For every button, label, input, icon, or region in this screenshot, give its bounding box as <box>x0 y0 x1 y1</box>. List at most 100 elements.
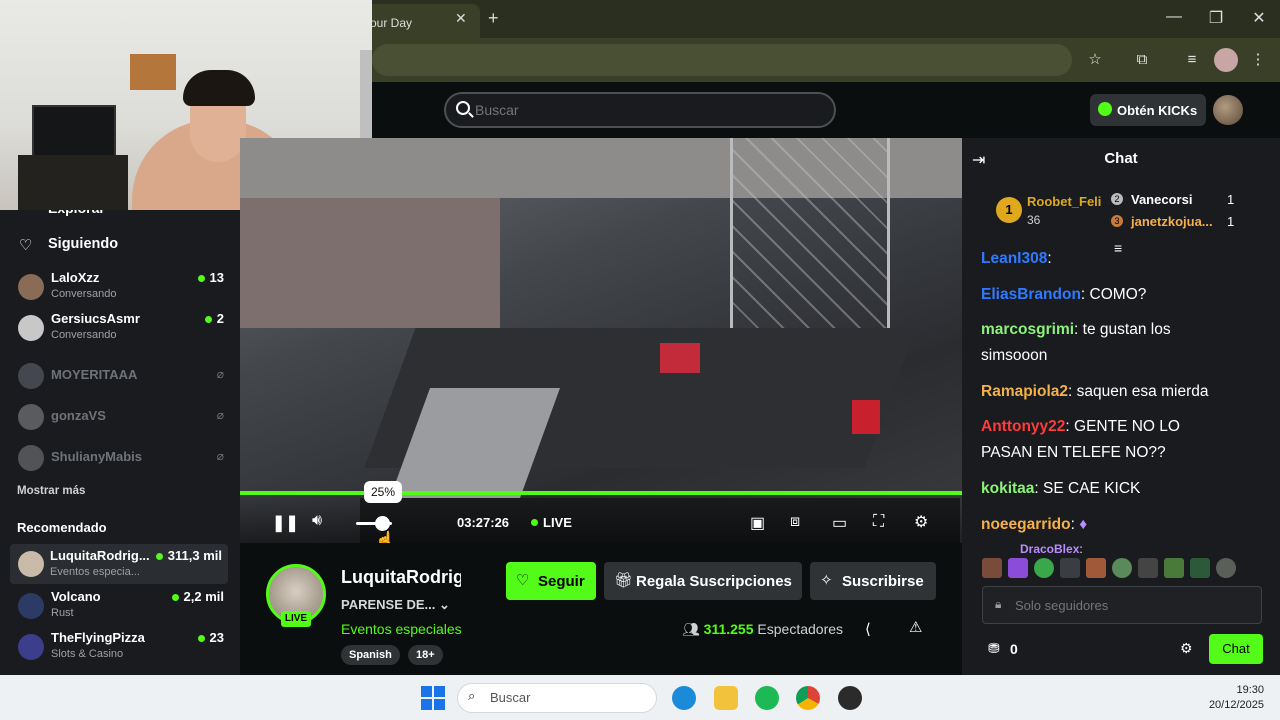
stage-prop <box>660 343 700 373</box>
points-icon[interactable]: ⛃ <box>988 640 1000 657</box>
avatar <box>18 274 44 300</box>
volume-knob[interactable] <box>375 516 390 531</box>
emote-icon[interactable] <box>1086 558 1106 578</box>
share-icon[interactable]: ⟨ <box>865 620 871 638</box>
system-clock[interactable]: 19:30 20/12/2025 <box>1200 683 1264 713</box>
volume-tooltip: 25% <box>364 481 402 503</box>
player-controls <box>240 495 962 543</box>
gifter-name[interactable]: janetzkojua... <box>1131 214 1213 229</box>
emote-icon[interactable] <box>1216 558 1236 578</box>
avatar <box>18 404 44 430</box>
chat-message: noeegarrido: ♦ <box>981 516 1088 533</box>
taskbar-search-label: Buscar <box>490 690 531 705</box>
report-warning-icon[interactable]: ⚠ <box>909 618 922 636</box>
search-input[interactable] <box>475 102 815 118</box>
close-window-icon[interactable]: ✕ <box>1247 8 1271 28</box>
bookmark-star-icon[interactable]: ☆ <box>1083 48 1107 72</box>
sidebar-channel[interactable]: TheFlyingPizza Slots & Casino 23 <box>0 630 240 670</box>
emote-icon[interactable] <box>982 558 1002 578</box>
sidebar: Explorar ♡ Siguiendo LaloXzz Conversando… <box>0 200 240 675</box>
top-gifter-count: 36 <box>1027 213 1041 227</box>
picture-in-picture-icon[interactable]: ▣ <box>750 513 765 533</box>
wall-painting <box>130 54 176 90</box>
live-dot-icon <box>197 635 205 642</box>
rank-1-badge: 1 <box>996 197 1022 223</box>
person-hair <box>183 70 255 106</box>
edge-icon[interactable] <box>672 686 696 710</box>
chevron-down-icon[interactable]: ⌄ <box>439 597 450 612</box>
offline-icon: ⌀ <box>216 449 224 463</box>
minimize-icon[interactable]: — <box>1162 8 1186 26</box>
live-dot-icon <box>531 519 538 526</box>
chat-input[interactable] <box>1015 598 1215 613</box>
emote-icon[interactable] <box>1008 558 1028 578</box>
file-explorer-icon[interactable] <box>714 686 738 710</box>
tag-language[interactable]: Spanish <box>341 645 400 665</box>
desk <box>18 155 128 210</box>
channel-name[interactable]: LuquitaRodrig <box>341 567 461 588</box>
volume-icon[interactable]: 🔊︎ <box>312 512 322 530</box>
chat-send-button[interactable]: Chat <box>1209 634 1263 664</box>
heart-icon: ♡ <box>19 237 33 254</box>
show-more-link[interactable]: Mostrar más <box>17 485 85 497</box>
theater-mode-icon[interactable]: ▭ <box>832 513 847 533</box>
live-badge: LIVE <box>281 611 311 627</box>
chat-message: LeanI308: <box>981 250 1052 267</box>
sidebar-channel[interactable]: MOYERITAAA ⌀ <box>0 359 240 399</box>
stream-category[interactable]: Eventos especiales <box>341 621 462 637</box>
app-icon[interactable] <box>838 686 862 710</box>
windows-start-icon[interactable] <box>421 686 445 710</box>
media-control-icon[interactable]: ≡ <box>1180 48 1204 72</box>
chat-settings-icon[interactable]: ⚙ <box>1180 640 1193 657</box>
tag-age[interactable]: 18+ <box>408 645 443 665</box>
user-avatar[interactable] <box>1213 95 1243 125</box>
sidebar-following-header[interactable]: ♡ Siguiendo <box>0 232 240 272</box>
stage-barrel <box>852 400 880 434</box>
gifter-name[interactable]: Vanecorsi <box>1131 192 1192 207</box>
profile-icon[interactable] <box>1214 48 1238 72</box>
tab-close-icon[interactable]: ✕ <box>455 10 467 27</box>
top-gifter-name[interactable]: Roobet_Feli <box>1027 194 1101 209</box>
new-tab-icon[interactable]: + <box>488 8 499 29</box>
rank-2-badge: 2 <box>1111 193 1123 205</box>
spotify-icon[interactable] <box>755 686 779 710</box>
emote-icon[interactable] <box>1060 558 1080 578</box>
menu-kebab-icon[interactable]: ⋮ <box>1246 48 1270 72</box>
chat-message: marcosgrimi: te gustan los simsooon <box>981 321 1171 364</box>
pause-icon[interactable]: ❚❚ <box>272 513 299 533</box>
clip-icon[interactable]: ⧈ <box>790 513 800 531</box>
emote-icon[interactable] <box>1190 558 1210 578</box>
maximize-icon[interactable]: ❐ <box>1204 8 1228 28</box>
video-player[interactable] <box>240 138 962 543</box>
extensions-icon[interactable]: ⧉ <box>1130 48 1154 72</box>
search-icon: ⌕ <box>468 688 476 703</box>
chat-message: kokitaa: SE CAE KICK <box>981 480 1141 497</box>
lock-icon: 🔒︎ <box>995 597 1002 611</box>
taskbar-search[interactable] <box>457 683 657 713</box>
gifter-count: 1 <box>1227 192 1235 207</box>
emote-icon[interactable] <box>1112 558 1132 578</box>
emote-icon[interactable] <box>1164 558 1184 578</box>
fullscreen-icon[interactable]: ⛶ <box>873 513 884 531</box>
emote-icon[interactable] <box>1138 558 1158 578</box>
points-count: 0 <box>1010 641 1018 657</box>
chrome-icon[interactable] <box>796 686 820 710</box>
live-dot-icon <box>155 553 163 560</box>
gift-subs-button[interactable]: Regala Suscripciones <box>604 562 802 600</box>
url-field[interactable] <box>372 44 1072 76</box>
sidebar-channel[interactable]: GersiucsAsmr Conversando 2 <box>0 311 240 351</box>
avatar <box>18 551 44 577</box>
chat-message: DracoBlex: <box>1020 542 1083 556</box>
offline-icon: ⌀ <box>216 367 224 381</box>
sidebar-channel[interactable]: gonzaVS ⌀ <box>0 400 240 440</box>
sidebar-channel[interactable]: Volcano Rust 2,2 mil <box>0 589 240 629</box>
settings-gear-icon[interactable]: ⚙ <box>914 512 928 532</box>
avatar <box>18 634 44 660</box>
heart-icon: ♡ <box>516 572 530 589</box>
live-dot-icon <box>171 594 179 601</box>
sidebar-channel-active[interactable]: LuquitaRodrig... Eventos especia... 311,… <box>10 544 228 584</box>
chat-message: Ramapiola2: saquen esa mierda <box>981 383 1209 400</box>
emote-icon[interactable] <box>1034 558 1054 578</box>
sidebar-channel[interactable]: LaloXzz Conversando 13 <box>0 270 240 310</box>
sidebar-channel[interactable]: ShulianyMabis ⌀ <box>0 441 240 481</box>
